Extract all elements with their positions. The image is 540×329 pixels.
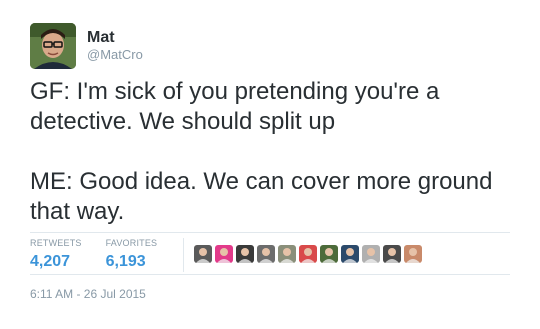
stats-top-divider: [30, 232, 510, 233]
favorites-label: FAVORITES: [105, 238, 158, 248]
stats-separator: [183, 238, 185, 272]
retweets-count[interactable]: 4,207: [30, 252, 82, 272]
favorites-count[interactable]: 6,193: [106, 252, 158, 272]
tweet-stats: RETWEETS 4,207 FAVORITES 6,193: [30, 238, 425, 272]
author-photo-icon: [30, 23, 76, 69]
author-handle[interactable]: @MatCro: [87, 47, 143, 63]
user-avatar-icon[interactable]: [194, 245, 213, 263]
user-avatar-icon[interactable]: [257, 245, 276, 263]
favoriter-avatars: [194, 245, 425, 263]
user-avatar-icon[interactable]: [320, 245, 339, 263]
user-avatar-icon[interactable]: [215, 245, 234, 263]
user-avatar-icon[interactable]: [404, 245, 423, 263]
tweet-header: Mat @MatCro: [30, 23, 143, 69]
user-avatar-icon[interactable]: [341, 245, 360, 263]
stats-bottom-divider: [30, 274, 510, 275]
author-display-name[interactable]: Mat: [87, 29, 143, 47]
user-avatar-icon[interactable]: [299, 245, 318, 263]
user-avatar-icon[interactable]: [362, 245, 381, 263]
retweets-stat[interactable]: RETWEETS 4,207: [30, 238, 82, 272]
tweet-card: Mat @MatCro GF: I'm sick of you pretendi…: [0, 0, 540, 329]
retweets-label: RETWEETS: [30, 238, 82, 248]
user-avatar-icon[interactable]: [278, 245, 297, 263]
user-avatar-icon[interactable]: [236, 245, 255, 263]
user-avatar-icon[interactable]: [383, 245, 402, 263]
tweet-text: GF: I'm sick of you pretending you're a …: [30, 78, 493, 225]
favorites-stat[interactable]: FAVORITES 6,193: [106, 238, 158, 272]
author-avatar[interactable]: [30, 23, 76, 69]
tweet-timestamp[interactable]: 6:11 AM - 26 Jul 2015: [30, 287, 146, 301]
author-names: Mat @MatCro: [87, 29, 143, 63]
